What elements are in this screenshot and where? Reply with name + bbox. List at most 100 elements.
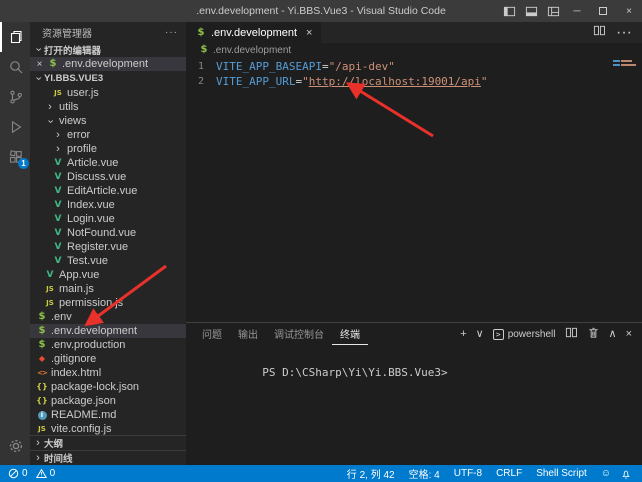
tree-item-package.json[interactable]: {}package.json <box>30 394 186 408</box>
tree-item-label: Register.vue <box>67 241 128 253</box>
split-terminal-icon[interactable] <box>565 326 578 342</box>
maximize-icon <box>599 7 607 15</box>
open-editor-item[interactable]: × $ .env.development <box>30 57 186 71</box>
terminal-icon: > <box>493 329 504 340</box>
status-encoding[interactable]: UTF-8 <box>454 468 482 479</box>
tree-item-label: Login.vue <box>67 213 115 225</box>
tree-item-profile[interactable]: ›profile <box>30 142 186 156</box>
tree-item-label: Index.vue <box>67 199 115 211</box>
json-file-icon: {} <box>36 383 48 391</box>
maximize-button[interactable] <box>590 0 616 22</box>
panel-tab-debug-console[interactable]: 调试控制台 <box>266 323 332 345</box>
status-indentation[interactable]: 空格: 4 <box>409 466 440 481</box>
tree-item-label: error <box>67 129 90 141</box>
panel-tab-terminal[interactable]: 终端 <box>332 323 368 345</box>
warning-icon <box>36 468 47 479</box>
terminal-dropdown-icon[interactable]: ∨ <box>476 329 484 340</box>
code-line-1: 1VITE_APP_BASEAPI="/api-dev" <box>186 59 642 74</box>
minimize-button[interactable]: ─ <box>564 0 590 22</box>
js-file-icon: JS <box>44 286 56 293</box>
timeline-header[interactable]: › 时间线 <box>30 450 186 465</box>
toggle-sidebar-icon[interactable] <box>498 0 520 22</box>
new-terminal-icon[interactable]: + <box>460 329 466 340</box>
vue-file-icon: V <box>44 271 56 280</box>
feedback-smiley-icon[interactable]: ☺ <box>601 468 611 479</box>
tree-item-user.js[interactable]: JSuser.js <box>30 86 186 100</box>
tree-item-vite.config.js[interactable]: JSvite.config.js <box>30 422 186 435</box>
tree-item-.gitignore[interactable]: ◆.gitignore <box>30 352 186 366</box>
terminal[interactable]: PS D:\CSharp\Yi\Yi.BBS.Vue3> <box>186 345 642 465</box>
status-cursor-position[interactable]: 行 2, 列 42 <box>347 466 395 481</box>
main-area: 1 资源管理器 ··· › 打开的编辑器 × $ .env.developmen… <box>0 22 642 465</box>
close-window-button[interactable]: × <box>616 0 642 22</box>
toggle-panel-icon[interactable] <box>520 0 542 22</box>
env-file-icon: $ <box>47 59 59 69</box>
workspace-header[interactable]: › YI.BBS.VUE3 <box>30 71 186 86</box>
tree-item-.env.development[interactable]: $.env.development <box>30 324 186 338</box>
outline-header[interactable]: › 大纲 <box>30 435 186 450</box>
settings-gear-icon[interactable] <box>0 431 30 461</box>
tree-item-App.vue[interactable]: VApp.vue <box>30 268 186 282</box>
tree-item-index.html[interactable]: <>index.html <box>30 366 186 380</box>
open-editors-header[interactable]: › 打开的编辑器 <box>30 42 186 57</box>
tree-item-Test.vue[interactable]: VTest.vue <box>30 254 186 268</box>
status-bar: 0 0 行 2, 列 42空格: 4UTF-8CRLFShell Script … <box>0 465 642 482</box>
search-icon[interactable] <box>0 52 30 82</box>
close-panel-icon[interactable]: × <box>626 329 632 340</box>
editor-tab-bar: $ .env.development × ··· <box>186 22 642 43</box>
tree-item-.env[interactable]: $.env <box>30 310 186 324</box>
panel-tabs: 问题输出调试控制台终端 <box>194 323 368 345</box>
tree-item-NotFound.vue[interactable]: VNotFound.vue <box>30 226 186 240</box>
tree-item-.env.production[interactable]: $.env.production <box>30 338 186 352</box>
tree-item-Discuss.vue[interactable]: VDiscuss.vue <box>30 170 186 184</box>
tree-item-permission.js[interactable]: JSpermission.js <box>30 296 186 310</box>
vue-file-icon: V <box>52 201 64 210</box>
tree-item-EditArticle.vue[interactable]: VEditArticle.vue <box>30 184 186 198</box>
kill-terminal-icon[interactable] <box>587 326 600 342</box>
customize-layout-icon[interactable] <box>542 0 564 22</box>
chevron-down-icon: › <box>33 73 44 85</box>
tree-item-Article.vue[interactable]: VArticle.vue <box>30 156 186 170</box>
minimap[interactable] <box>613 60 639 68</box>
notifications-bell-icon[interactable] <box>620 468 632 480</box>
problems-status[interactable]: 0 0 <box>8 468 55 479</box>
tree-item-label: .env <box>51 311 72 323</box>
split-editor-icon[interactable] <box>593 24 606 42</box>
more-actions-icon[interactable]: ··· <box>165 27 178 38</box>
status-language-mode[interactable]: Shell Script <box>536 468 587 479</box>
tree-item-Login.vue[interactable]: VLogin.vue <box>30 212 186 226</box>
code-token: = <box>295 75 302 88</box>
tree-item-Index.vue[interactable]: VIndex.vue <box>30 198 186 212</box>
panel-tab-output[interactable]: 输出 <box>230 323 266 345</box>
tree-item-label: README.md <box>51 409 116 421</box>
source-control-icon[interactable] <box>0 82 30 112</box>
run-debug-icon[interactable] <box>0 112 30 142</box>
maximize-panel-icon[interactable]: ∧ <box>609 329 617 340</box>
terminal-instance-button[interactable]: > powershell <box>493 329 556 340</box>
close-tab-icon[interactable]: × <box>306 27 312 39</box>
tree-item-Register.vue[interactable]: VRegister.vue <box>30 240 186 254</box>
tree-item-label: Discuss.vue <box>67 171 126 183</box>
explorer-icon[interactable] <box>0 22 30 52</box>
extensions-icon[interactable]: 1 <box>0 142 30 172</box>
workspace-label: YI.BBS.VUE3 <box>44 73 103 84</box>
tree-item-utils[interactable]: ›utils <box>30 100 186 114</box>
tree-item-error[interactable]: ›error <box>30 128 186 142</box>
tree-item-main.js[interactable]: JSmain.js <box>30 282 186 296</box>
status-eol[interactable]: CRLF <box>496 468 522 479</box>
line-number: 2 <box>186 76 216 87</box>
panel-tab-problems[interactable]: 问题 <box>194 323 230 345</box>
tree-item-label: views <box>59 115 87 127</box>
tab-env-development[interactable]: $ .env.development × <box>186 22 321 43</box>
code-editor[interactable]: 1VITE_APP_BASEAPI="/api-dev"2VITE_APP_UR… <box>186 57 642 322</box>
tree-item-package-lock.json[interactable]: {}package-lock.json <box>30 380 186 394</box>
code-token: " <box>481 75 488 88</box>
sidebar-title-row: 资源管理器 ··· <box>30 22 186 42</box>
tree-item-label: EditArticle.vue <box>67 185 137 197</box>
close-editor-icon[interactable]: × <box>35 59 44 70</box>
vue-file-icon: V <box>52 257 64 266</box>
breadcrumb[interactable]: $ .env.development <box>186 43 642 57</box>
more-actions-icon[interactable]: ··· <box>616 24 632 42</box>
tree-item-views[interactable]: ›views <box>30 114 186 128</box>
tree-item-README.md[interactable]: iREADME.md <box>30 408 186 422</box>
